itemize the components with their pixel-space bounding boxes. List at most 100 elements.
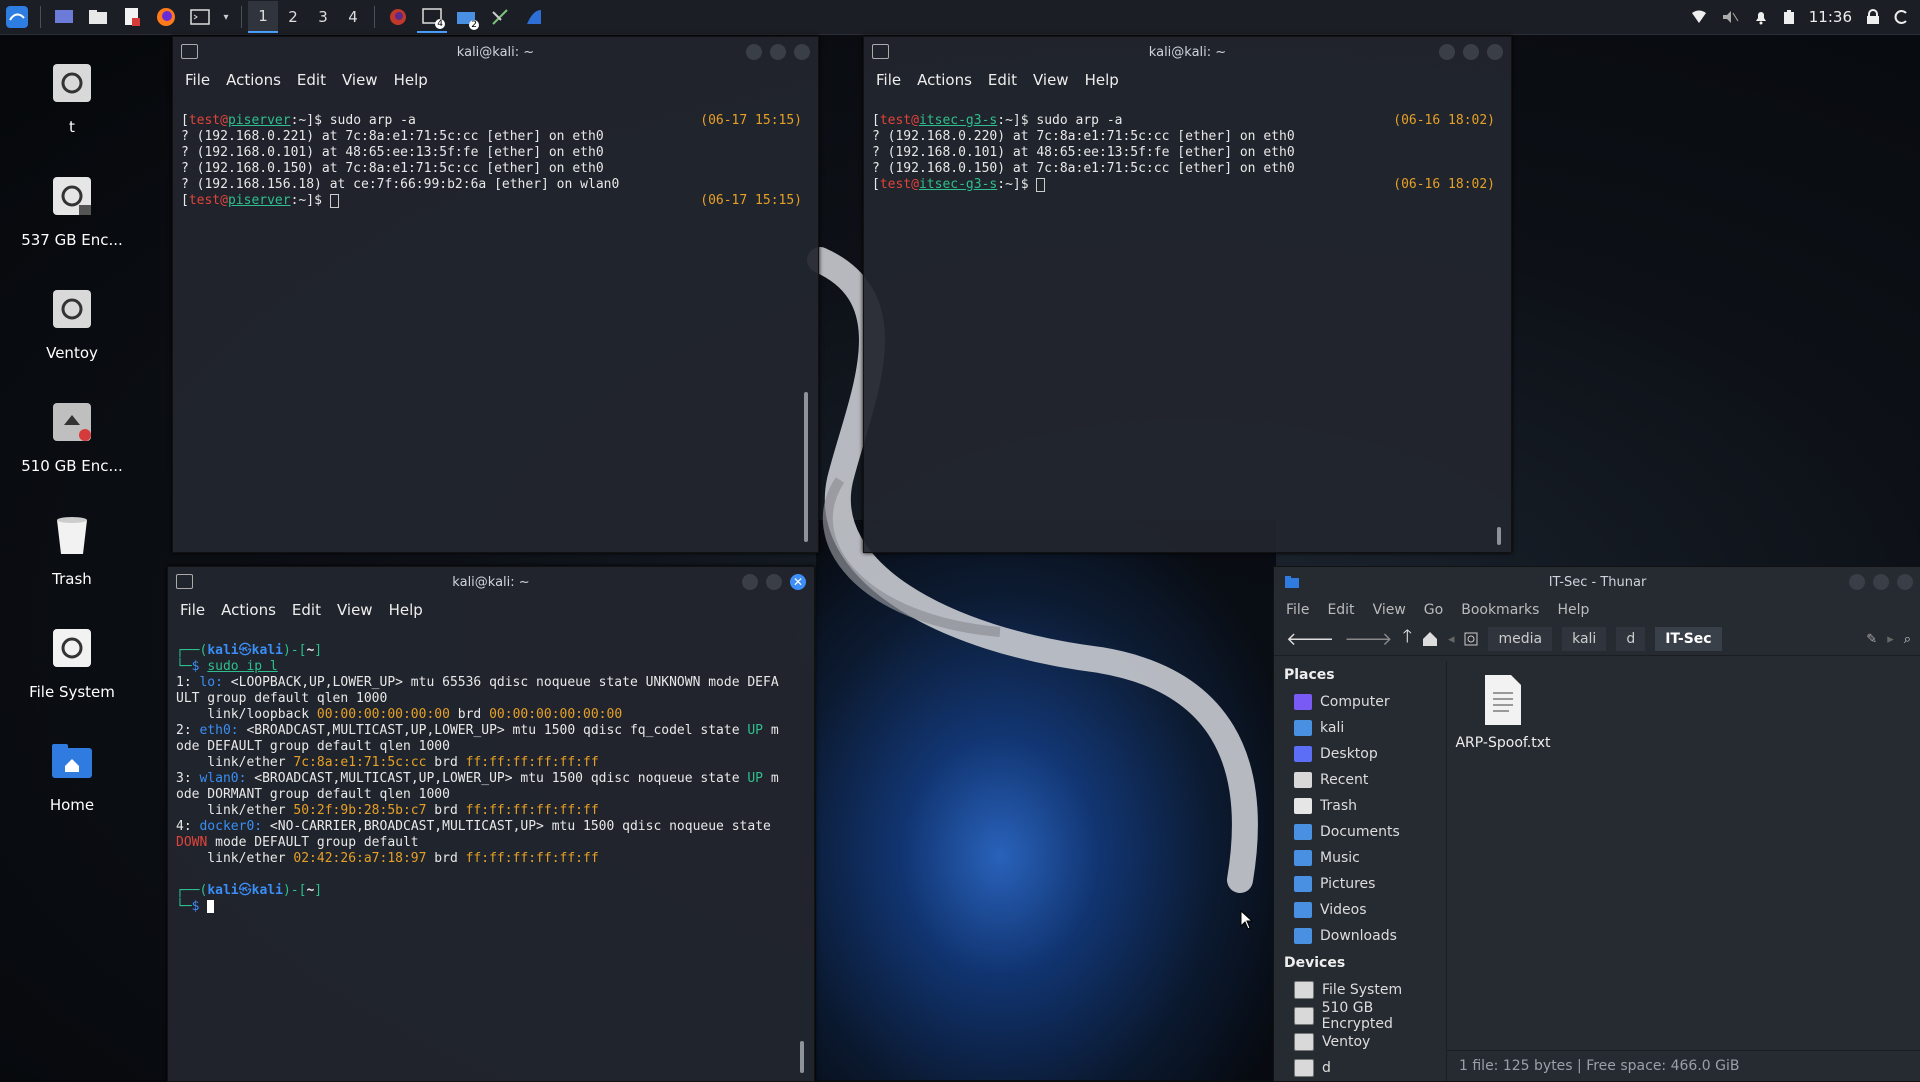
desktop-icon-t[interactable]: t (12, 60, 132, 136)
breadcrumb-d[interactable]: d (1616, 627, 1646, 651)
workspace-1[interactable]: 1 (248, 1, 278, 33)
desktop-icon-ventoy[interactable]: Ventoy (12, 286, 132, 362)
drive-icon[interactable] (1464, 632, 1478, 646)
sidebar-item-desktop[interactable]: Desktop (1274, 741, 1446, 767)
menu-actions[interactable]: Actions (917, 71, 972, 89)
menu-edit[interactable]: Edit (292, 601, 321, 619)
terminal-icon[interactable] (185, 2, 215, 32)
files-task-icon[interactable]: 2 (451, 2, 481, 32)
menu-view[interactable]: View (1373, 602, 1406, 618)
terminal-output[interactable]: [test@itsec-g3-s:~]$ sudo arp -a (06-16 1… (864, 93, 1511, 229)
window-titlebar[interactable]: IT-Sec - Thunar (1274, 567, 1920, 597)
minimize-button[interactable] (1849, 574, 1865, 590)
menu-view[interactable]: View (342, 71, 378, 89)
sidebar-item-downloads[interactable]: Downloads (1274, 923, 1446, 949)
desktop-icon-510gb[interactable]: 510 GB Enc... (12, 399, 132, 475)
desktop-icon-trash[interactable]: Trash (12, 512, 132, 588)
logout-icon[interactable] (1894, 9, 1910, 25)
file-manager-icon[interactable] (83, 2, 113, 32)
desktop-icon-filesystem[interactable]: File System (12, 625, 132, 701)
minimize-button[interactable] (742, 574, 758, 590)
terminal-task-icon[interactable]: 4 (417, 1, 447, 33)
window-titlebar[interactable]: kali@kali: ~ (173, 37, 818, 67)
menu-file[interactable]: File (185, 71, 210, 89)
terminal-window-itsec[interactable]: kali@kali: ~ File Actions Edit View Help… (863, 36, 1512, 553)
terminal-output[interactable]: [test@piserver:~]$ sudo arp -a (06-17 15:… (173, 93, 818, 245)
up-icon[interactable]: 🡑 (1403, 624, 1412, 654)
maximize-button[interactable] (1873, 574, 1889, 590)
menu-bookmarks[interactable]: Bookmarks (1461, 602, 1539, 618)
terminal-window-piserver[interactable]: kali@kali: ~ File Actions Edit View Help… (172, 36, 819, 553)
home-icon[interactable] (1422, 631, 1438, 647)
tool-task-icon[interactable] (485, 2, 515, 32)
show-desktop-icon[interactable] (49, 2, 79, 32)
lock-screen-icon[interactable] (1866, 9, 1880, 25)
file-view[interactable]: ARP-Spoof.txt (1447, 661, 1920, 1051)
volume-muted-icon[interactable] (1721, 9, 1739, 25)
close-button[interactable] (1487, 44, 1503, 60)
menu-file[interactable]: File (1286, 602, 1309, 618)
menu-edit[interactable]: Edit (1327, 602, 1354, 618)
menu-actions[interactable]: Actions (221, 601, 276, 619)
scrollbar[interactable] (1497, 527, 1501, 545)
close-button[interactable]: ✕ (790, 574, 806, 590)
close-button[interactable] (1897, 574, 1913, 590)
wifi-icon[interactable] (1691, 10, 1707, 24)
sidebar-item-music[interactable]: Music (1274, 845, 1446, 871)
sidebar-item-documents[interactable]: Documents (1274, 819, 1446, 845)
workspace-3[interactable]: 3 (308, 2, 338, 32)
menu-help[interactable]: Help (1557, 602, 1589, 618)
search-icon[interactable]: ⌕ (1904, 632, 1911, 647)
terminal-dropdown-icon[interactable]: ▾ (219, 2, 233, 32)
clock[interactable]: 11:36 (1809, 8, 1852, 26)
maximize-button[interactable] (1463, 44, 1479, 60)
menu-edit[interactable]: Edit (297, 71, 326, 89)
breadcrumb-it-sec[interactable]: IT-Sec (1655, 627, 1722, 651)
thunar-window[interactable]: IT-Sec - Thunar File Edit View Go Bookma… (1273, 566, 1920, 1082)
minimize-button[interactable] (746, 44, 762, 60)
workspace-2[interactable]: 2 (278, 2, 308, 32)
sidebar-item-trash[interactable]: Trash (1274, 793, 1446, 819)
menu-file[interactable]: File (876, 71, 901, 89)
menu-help[interactable]: Help (1085, 71, 1119, 89)
sidebar-item-recent[interactable]: Recent (1274, 767, 1446, 793)
text-editor-icon[interactable] (117, 2, 147, 32)
terminal-output[interactable]: ┌──(kali㉿kali)-[~] └─$ sudo ip l 1: lo: <L… (168, 623, 814, 951)
desktop-icon-home[interactable]: Home (12, 738, 132, 814)
scrollbar[interactable] (800, 1041, 804, 1073)
menu-view[interactable]: View (1033, 71, 1069, 89)
sidebar-item-computer[interactable]: Computer (1274, 689, 1446, 715)
minimize-button[interactable] (1439, 44, 1455, 60)
sidebar-item-kali[interactable]: kali (1274, 715, 1446, 741)
terminal-window-kali[interactable]: kali@kali: ~ ✕ File Actions Edit View He… (167, 566, 815, 1082)
breadcrumb-media[interactable]: media (1488, 627, 1553, 651)
sidebar-item-videos[interactable]: Videos (1274, 897, 1446, 923)
back-icon[interactable]: 🡐 (1286, 629, 1334, 650)
sidebar-device-510-gb-encrypted[interactable]: 510 GB Encrypted (1274, 1000, 1446, 1032)
sidebar-device-ventoy[interactable]: Ventoy (1274, 1029, 1446, 1055)
menu-help[interactable]: Help (394, 71, 428, 89)
path-right-arrow-icon[interactable]: ▸ (1887, 632, 1894, 647)
kali-menu-icon[interactable] (2, 2, 32, 32)
menu-file[interactable]: File (180, 601, 205, 619)
menu-help[interactable]: Help (389, 601, 423, 619)
scrollbar[interactable] (804, 392, 808, 542)
path-left-arrow-icon[interactable]: ◂ (1448, 632, 1455, 647)
maximize-button[interactable] (766, 574, 782, 590)
menu-edit[interactable]: Edit (988, 71, 1017, 89)
breadcrumb-kali[interactable]: kali (1562, 627, 1607, 651)
notification-bell-icon[interactable] (1753, 9, 1769, 25)
file-item[interactable]: ARP-Spoof.txt (1455, 673, 1551, 751)
firefox-icon[interactable] (151, 2, 181, 32)
sidebar-device-d[interactable]: d (1274, 1055, 1446, 1081)
maximize-button[interactable] (770, 44, 786, 60)
desktop-icon-537gb[interactable]: 537 GB Enc... (12, 173, 132, 249)
menu-view[interactable]: View (337, 601, 373, 619)
app-task-icon[interactable] (519, 2, 549, 32)
menu-actions[interactable]: Actions (226, 71, 281, 89)
forward-icon[interactable]: 🡒 (1344, 629, 1392, 650)
sidebar-item-pictures[interactable]: Pictures (1274, 871, 1446, 897)
battery-icon[interactable] (1783, 9, 1795, 25)
close-button[interactable] (794, 44, 810, 60)
window-titlebar[interactable]: kali@kali: ~ ✕ (168, 567, 814, 597)
